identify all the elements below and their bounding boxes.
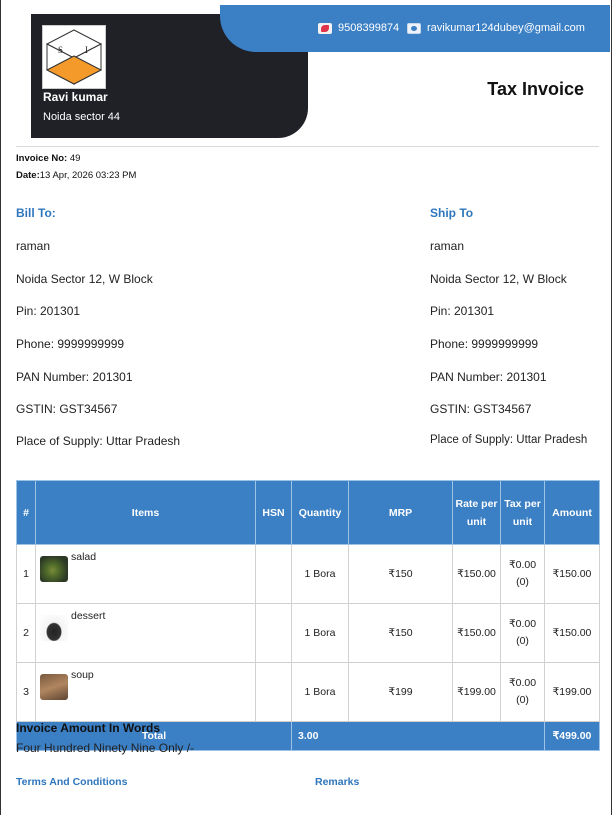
items-table: # Items HSN Quantity MRP Rate per unit T… (16, 480, 600, 751)
column-header-items: Items (35, 480, 256, 545)
ship-to-pin: Pin: 201301 (430, 304, 495, 318)
document-title: Tax Invoice (487, 79, 584, 99)
ship-to-place-of-supply: Place of Supply: Uttar Pradesh (430, 434, 588, 446)
invoice-date-label: Date: (16, 170, 40, 181)
ship-to-gstin: GSTIN: GST34567 (430, 402, 532, 416)
bill-to-place-of-supply: Place of Supply: Uttar Pradesh (16, 434, 181, 448)
ship-to-phone: Phone: 9999999999 (430, 337, 539, 351)
amount-in-words-heading: Invoice Amount In Words (16, 721, 161, 735)
bill-to-pan: PAN Number: 201301 (16, 370, 133, 384)
page-border-left (0, 0, 1, 815)
row-mrp: ₹150 (348, 544, 453, 604)
invoice-number-label: Invoice No: (16, 153, 68, 164)
email-icon (407, 22, 421, 34)
row-tax: ₹0.00 (0) (500, 544, 545, 604)
item-cell: dessert (35, 603, 256, 663)
remarks-heading: Remarks (315, 776, 360, 788)
logo-letter: S (58, 45, 63, 55)
row-tax: ₹0.00 (0) (500, 662, 545, 722)
salad-thumbnail (40, 556, 68, 582)
company-logo: S I (42, 25, 106, 89)
logo-letter: I (85, 45, 88, 55)
soup-thumbnail (40, 674, 68, 700)
row-amount: ₹199.00 (544, 662, 600, 722)
column-header-amount: Amount (544, 480, 600, 545)
item-cell: soup (35, 662, 256, 722)
row-mrp: ₹150 (348, 603, 453, 663)
company-name: Ravi kumar (43, 90, 108, 104)
dessert-thumbnail (40, 615, 68, 641)
row-quantity: 1 Bora (291, 603, 349, 663)
row-rate: ₹199.00 (452, 662, 501, 722)
column-header-hsn: HSN (255, 480, 292, 545)
column-header-quantity: Quantity (291, 480, 349, 545)
row-amount: ₹150.00 (544, 544, 600, 604)
table-row: 2 dessert 1 Bora ₹150 ₹150.00 ₹0.00 (0) … (16, 603, 600, 663)
header-divider (16, 146, 599, 147)
total-quantity: 3.00 (291, 721, 545, 751)
bill-to-gstin: GSTIN: GST34567 (16, 402, 118, 416)
ship-to-name: raman (430, 239, 465, 253)
row-quantity: 1 Bora (291, 662, 349, 722)
company-address: Noida sector 44 (43, 111, 121, 123)
bill-to-address: Noida Sector 12, W Block (16, 272, 153, 286)
phone-number: 9508399874 (338, 22, 400, 34)
item-cell: salad (35, 544, 256, 604)
row-hsn (255, 603, 292, 663)
phone-icon (318, 22, 332, 34)
invoice-date: Date:13 Apr, 2026 03:23 PM (16, 170, 136, 181)
column-header-index: # (16, 480, 36, 545)
row-index: 2 (16, 603, 36, 663)
ship-to-address: Noida Sector 12, W Block (430, 272, 567, 286)
bill-to-heading: Bill To: (16, 206, 56, 220)
terms-heading: Terms And Conditions (16, 776, 128, 788)
row-index: 3 (16, 662, 36, 722)
ship-to-heading: Ship To (430, 206, 474, 220)
contact-phone[interactable]: 9508399874 (318, 22, 399, 34)
row-index: 1 (16, 544, 36, 604)
row-hsn (255, 662, 292, 722)
column-header-rate: Rate per unit (452, 480, 501, 545)
table-header-row: # Items HSN Quantity MRP Rate per unit T… (16, 480, 600, 545)
item-name: salad (71, 551, 97, 563)
invoice-number-value: 49 (69, 153, 81, 164)
row-tax: ₹0.00 (0) (500, 603, 545, 663)
row-rate: ₹150.00 (452, 603, 501, 663)
item-name: soup (71, 669, 94, 681)
item-name: dessert (71, 610, 106, 622)
invoice-number: Invoice No: 49 (16, 153, 80, 164)
bill-to-phone: Phone: 9999999999 (16, 337, 125, 351)
row-amount: ₹150.00 (544, 603, 600, 663)
bill-to-name: raman (16, 239, 51, 253)
contact-email[interactable]: ravikumar124dubey@gmail.com (407, 22, 585, 34)
table-row: 1 salad 1 Bora ₹150 ₹150.00 ₹0.00 (0) ₹1… (16, 544, 600, 604)
column-header-tax: Tax per unit (500, 480, 545, 545)
row-quantity: 1 Bora (291, 544, 349, 604)
invoice-date-value: 13 Apr, 2026 03:23 PM (39, 170, 137, 181)
email-address: ravikumar124dubey@gmail.com (427, 22, 585, 34)
table-row: 3 soup 1 Bora ₹199 ₹199.00 ₹0.00 (0) ₹19… (16, 662, 600, 722)
amount-in-words-text: Four Hundred Ninety Nine Only /- (16, 741, 195, 755)
column-header-mrp: MRP (348, 480, 453, 545)
ship-to-pan: PAN Number: 201301 (430, 370, 547, 384)
total-amount: ₹499.00 (544, 721, 600, 751)
row-hsn (255, 544, 292, 604)
row-rate: ₹150.00 (452, 544, 501, 604)
bill-to-pin: Pin: 201301 (16, 304, 81, 318)
row-mrp: ₹199 (348, 662, 453, 722)
